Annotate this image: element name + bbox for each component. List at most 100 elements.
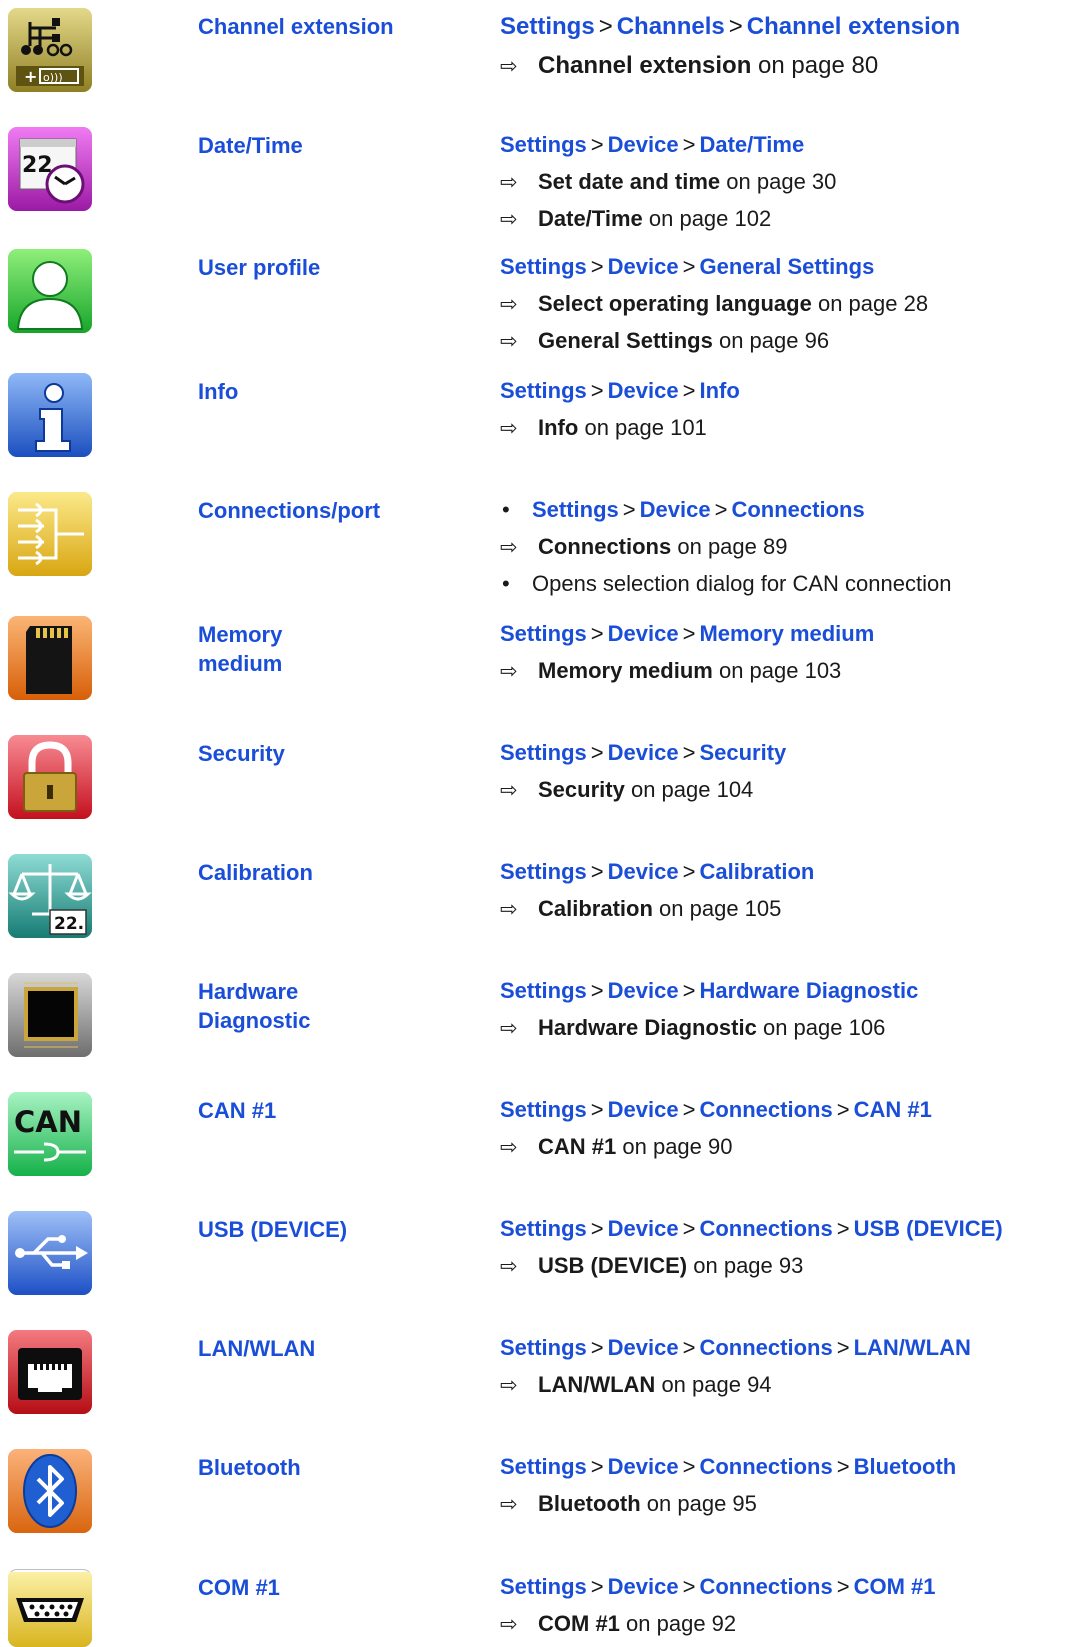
- nav-link[interactable]: Device: [608, 378, 679, 403]
- nav-link[interactable]: Hardware Diagnostic: [699, 978, 918, 1003]
- row-title[interactable]: LAN/WLAN: [198, 1334, 448, 1363]
- page-reference[interactable]: ⇨ Bluetooth on page 95: [500, 1490, 1071, 1518]
- row-title[interactable]: Calibration: [198, 858, 448, 887]
- page-reference[interactable]: ⇨ Connections on page 89: [500, 533, 1071, 561]
- nav-link[interactable]: Info: [699, 378, 739, 403]
- nav-link[interactable]: Settings: [500, 378, 587, 403]
- nav-link[interactable]: Connections: [699, 1574, 832, 1599]
- page-reference[interactable]: ⇨ LAN/WLAN on page 94: [500, 1371, 1071, 1399]
- row-title[interactable]: Security: [198, 739, 448, 768]
- row-title[interactable]: Memory medium: [198, 620, 448, 678]
- nav-separator: >: [590, 740, 604, 765]
- nav-link[interactable]: Device: [608, 621, 679, 646]
- nav-link[interactable]: Settings: [500, 621, 587, 646]
- nav-link[interactable]: Device: [608, 978, 679, 1003]
- nav-link[interactable]: Settings: [500, 13, 595, 40]
- nav-link[interactable]: Device: [608, 132, 679, 157]
- nav-path: • Settings > Device > Connections: [500, 496, 1071, 524]
- nav-link[interactable]: Settings: [532, 497, 619, 522]
- nav-link[interactable]: Device: [608, 1454, 679, 1479]
- row-title[interactable]: Date/Time: [198, 131, 448, 160]
- nav-link[interactable]: Settings: [500, 132, 587, 157]
- nav-link[interactable]: Settings: [500, 1335, 587, 1360]
- nav-link[interactable]: Security: [699, 740, 786, 765]
- channel-extension-icon[interactable]: + o))): [8, 8, 92, 92]
- nav-link[interactable]: Device: [608, 740, 679, 765]
- nav-link[interactable]: Connections: [699, 1216, 832, 1241]
- row-title[interactable]: Hardware Diagnostic: [198, 977, 448, 1035]
- page-reference[interactable]: ⇨ Hardware Diagnostic on page 106: [500, 1014, 1071, 1042]
- page-reference[interactable]: ⇨ Date/Time on page 102: [500, 205, 1071, 233]
- arrow-right-icon: ⇨: [500, 417, 518, 440]
- nav-link[interactable]: Connections: [699, 1454, 832, 1479]
- nav-link[interactable]: Settings: [500, 1454, 587, 1479]
- connections-port-icon[interactable]: [8, 492, 92, 576]
- page-reference[interactable]: ⇨ CAN #1 on page 90: [500, 1133, 1071, 1161]
- com-port-icon[interactable]: [8, 1569, 92, 1647]
- hardware-chip-icon[interactable]: [8, 973, 92, 1057]
- nav-link[interactable]: Channels: [617, 13, 725, 40]
- memory-medium-icon[interactable]: [8, 616, 92, 700]
- row-title[interactable]: CAN #1: [198, 1096, 448, 1125]
- security-lock-icon[interactable]: [8, 735, 92, 819]
- nav-link[interactable]: Device: [608, 859, 679, 884]
- row-title[interactable]: User profile: [198, 253, 448, 282]
- nav-link[interactable]: Device: [608, 254, 679, 279]
- nav-link[interactable]: Settings: [500, 1097, 587, 1122]
- nav-link[interactable]: CAN #1: [854, 1097, 932, 1122]
- nav-link[interactable]: Settings: [500, 1574, 587, 1599]
- page-reference[interactable]: ⇨ Info on page 101: [500, 414, 1071, 442]
- nav-link[interactable]: Settings: [500, 859, 587, 884]
- reference-title: Calibration: [538, 896, 653, 921]
- nav-link[interactable]: Device: [608, 1335, 679, 1360]
- nav-link[interactable]: USB (DEVICE): [854, 1216, 1003, 1241]
- nav-separator: >: [682, 621, 696, 646]
- page-reference[interactable]: ⇨ Set date and time on page 30: [500, 168, 1071, 196]
- info-icon[interactable]: [8, 373, 92, 457]
- nav-link[interactable]: Bluetooth: [854, 1454, 957, 1479]
- nav-link[interactable]: Connections: [699, 1097, 832, 1122]
- nav-link[interactable]: Device: [640, 497, 711, 522]
- nav-path: Settings > Device > Security: [500, 739, 1071, 767]
- date-time-icon[interactable]: 22.: [8, 127, 92, 211]
- nav-link[interactable]: Channel extension: [747, 13, 960, 40]
- nav-link[interactable]: Device: [608, 1097, 679, 1122]
- nav-link[interactable]: Memory medium: [699, 621, 874, 646]
- page-reference[interactable]: ⇨ USB (DEVICE) on page 93: [500, 1252, 1071, 1280]
- nav-link[interactable]: General Settings: [699, 254, 874, 279]
- nav-link[interactable]: Settings: [500, 1216, 587, 1241]
- reference-title: CAN #1: [538, 1134, 617, 1159]
- page-reference[interactable]: ⇨ COM #1 on page 92: [500, 1610, 1071, 1638]
- nav-link[interactable]: COM #1: [854, 1574, 936, 1599]
- nav-link[interactable]: Connections: [731, 497, 864, 522]
- nav-link[interactable]: LAN/WLAN: [854, 1335, 971, 1360]
- page-reference[interactable]: ⇨ Calibration on page 105: [500, 895, 1071, 923]
- nav-link[interactable]: Settings: [500, 740, 587, 765]
- nav-link[interactable]: Device: [608, 1216, 679, 1241]
- page-reference[interactable]: ⇨ Channel extension on page 80: [500, 51, 1071, 81]
- page-reference[interactable]: ⇨ General Settings on page 96: [500, 327, 1071, 355]
- reference-page: on page 104: [630, 777, 754, 802]
- row-title[interactable]: Bluetooth: [198, 1453, 448, 1482]
- row-title[interactable]: USB (DEVICE): [198, 1215, 448, 1244]
- page-reference[interactable]: ⇨ Select operating language on page 28: [500, 290, 1071, 318]
- user-profile-icon[interactable]: [8, 249, 92, 333]
- nav-link[interactable]: Connections: [699, 1335, 832, 1360]
- nav-link[interactable]: Calibration: [699, 859, 814, 884]
- nav-separator: >: [682, 1574, 696, 1599]
- nav-link[interactable]: Settings: [500, 978, 587, 1003]
- can-icon[interactable]: CAN: [8, 1092, 92, 1176]
- nav-link[interactable]: Device: [608, 1574, 679, 1599]
- bluetooth-icon[interactable]: [8, 1449, 92, 1533]
- usb-icon[interactable]: [8, 1211, 92, 1295]
- row-title[interactable]: COM #1: [198, 1573, 448, 1602]
- nav-link[interactable]: Date/Time: [699, 132, 804, 157]
- row-title[interactable]: Channel extension: [198, 12, 448, 41]
- page-reference[interactable]: ⇨ Security on page 104: [500, 776, 1071, 804]
- page-reference[interactable]: ⇨ Memory medium on page 103: [500, 657, 1071, 685]
- lan-port-icon[interactable]: [8, 1330, 92, 1414]
- row-title[interactable]: Connections/port: [198, 496, 448, 525]
- calibration-scale-icon[interactable]: 22.: [8, 854, 92, 938]
- row-title[interactable]: Info: [198, 377, 448, 406]
- nav-link[interactable]: Settings: [500, 254, 587, 279]
